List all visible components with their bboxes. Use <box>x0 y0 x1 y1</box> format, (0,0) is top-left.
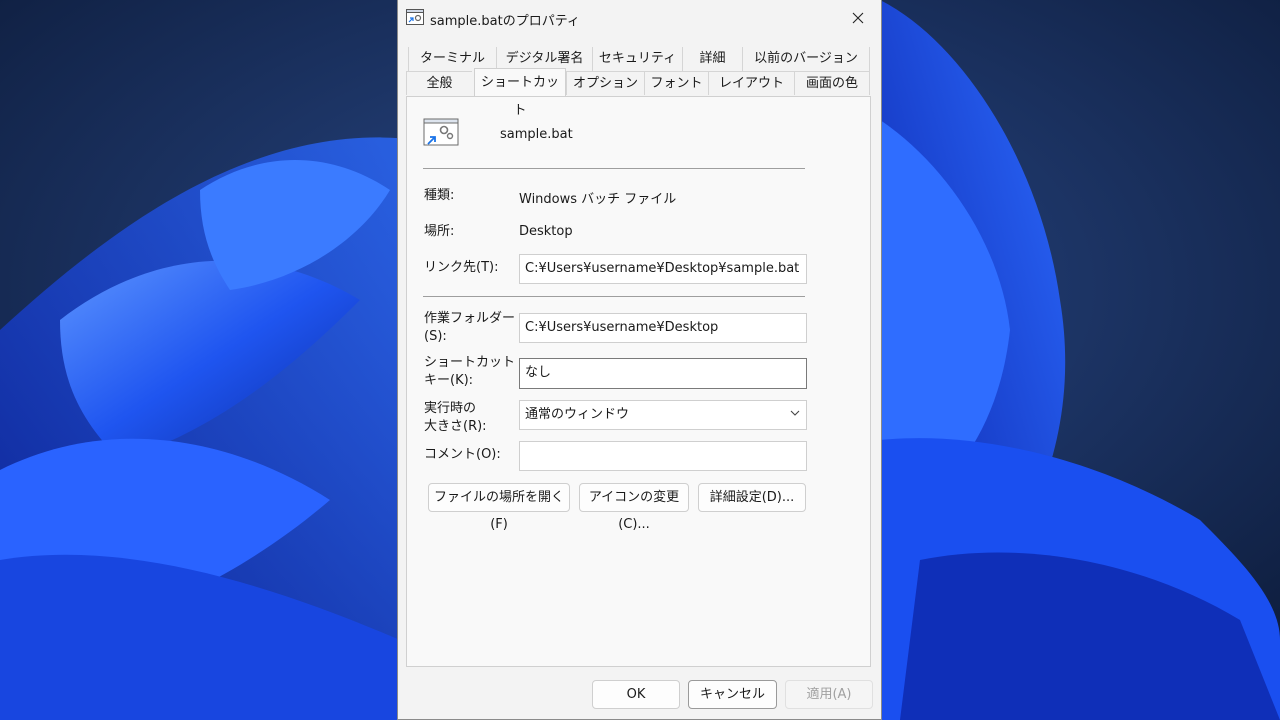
run-size-value: 通常のウィンドウ <box>525 407 630 422</box>
location-value: Desktop <box>519 224 573 239</box>
tab-security[interactable]: セキュリティ <box>592 47 682 71</box>
tab-options[interactable]: オプション <box>566 71 644 95</box>
comment-input[interactable] <box>519 441 807 471</box>
chevron-down-icon <box>790 410 800 416</box>
tab-previous-versions[interactable]: 以前のバージョン <box>742 47 870 71</box>
file-name: sample.bat <box>500 127 573 142</box>
divider <box>423 296 805 297</box>
tab-font[interactable]: フォント <box>644 71 708 95</box>
location-label: 場所: <box>424 224 455 239</box>
tab-details[interactable]: 詳細 <box>682 47 742 71</box>
apply-button[interactable]: 適用(A) <box>785 680 873 709</box>
properties-dialog: sample.batのプロパティ ターミナル デジタル署名 セキュリティ 詳細 … <box>397 0 882 720</box>
shortcut-tab-panel: sample.bat 種類: Windows バッチ ファイル 場所: Desk… <box>406 96 871 667</box>
type-label: 種類: <box>424 188 455 203</box>
close-button[interactable] <box>835 0 881 36</box>
close-icon <box>852 12 864 24</box>
run-size-select[interactable]: 通常のウィンドウ <box>519 400 807 430</box>
batch-file-icon <box>406 9 424 25</box>
window-title: sample.batのプロパティ <box>430 14 580 29</box>
comment-label: コメント(O): <box>424 447 501 462</box>
tab-general[interactable]: 全般 <box>406 71 472 95</box>
tab-shortcut[interactable]: ショートカット <box>474 68 566 118</box>
cancel-button[interactable]: キャンセル <box>688 680 777 709</box>
workdir-input[interactable]: C:¥Users¥username¥Desktop <box>519 313 807 343</box>
workdir-label-line1: 作業フォルダー <box>424 311 516 326</box>
target-input[interactable]: C:¥Users¥username¥Desktop¥sample.bat <box>519 254 807 284</box>
ok-button[interactable]: OK <box>592 680 680 709</box>
advanced-settings-button[interactable]: 詳細設定(D)... <box>698 483 806 512</box>
divider <box>423 168 805 169</box>
tab-screen-colors[interactable]: 画面の色 <box>794 71 870 95</box>
title-bar: sample.batのプロパティ <box>398 0 881 36</box>
batch-shortcut-icon <box>423 118 459 146</box>
open-file-location-button[interactable]: ファイルの場所を開く(F) <box>428 483 570 532</box>
hotkey-label-line1: ショートカット <box>424 355 516 370</box>
hotkey-input[interactable]: なし <box>519 358 807 389</box>
type-value: Windows バッチ ファイル <box>519 192 677 207</box>
hotkey-label-line2: キー(K): <box>424 373 474 388</box>
workdir-label-line2: (S): <box>424 329 447 344</box>
tab-layout[interactable]: レイアウト <box>708 71 794 95</box>
target-label: リンク先(T): <box>424 260 499 275</box>
run-label-line1: 実行時の <box>424 401 477 416</box>
run-label-line2: 大きさ(R): <box>424 419 487 434</box>
change-icon-button[interactable]: アイコンの変更(C)... <box>579 483 689 532</box>
